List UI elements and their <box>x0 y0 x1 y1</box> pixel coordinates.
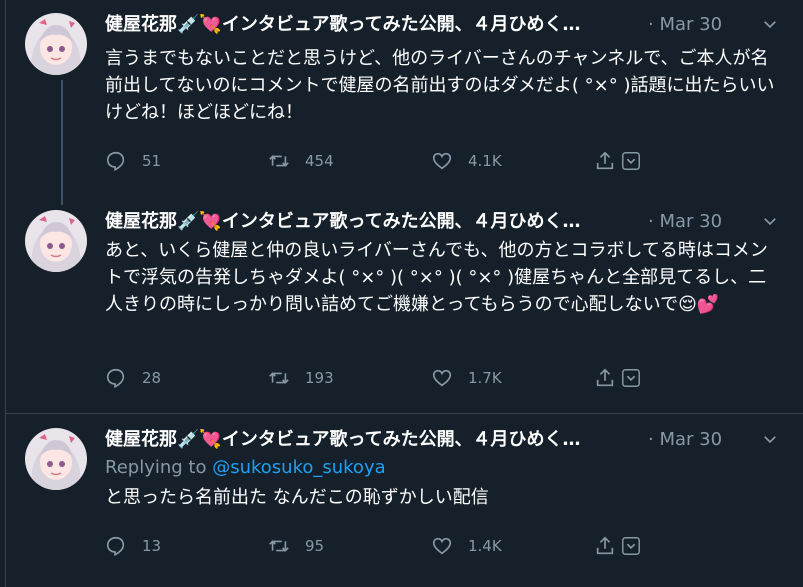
tweet-actions: 51 454 4.1K <box>105 149 665 173</box>
share-icon <box>596 151 614 170</box>
retweet-button[interactable]: 454 <box>268 149 334 173</box>
retweet-button[interactable]: 193 <box>268 366 334 390</box>
more-share-button[interactable] <box>620 149 642 173</box>
tweet[interactable]: 健屋花那💉💘インタビュア歌ってみた公開、４月ひめく… · Mar 30 あと、い… <box>6 205 803 412</box>
reply-icon <box>106 151 125 172</box>
share-icon <box>596 536 614 555</box>
more-share-button[interactable] <box>620 534 642 558</box>
tweet-actions: 28 193 1.7K <box>105 366 665 390</box>
timestamp[interactable]: · Mar 30 <box>648 13 722 37</box>
avatar[interactable] <box>25 13 87 75</box>
display-name[interactable]: 健屋花那💉💘インタビュア歌ってみた公開、４月ひめく… <box>105 210 635 234</box>
chevron-down-icon[interactable] <box>761 15 779 33</box>
retweet-count: 454 <box>305 152 334 170</box>
reply-button[interactable]: 28 <box>105 366 161 390</box>
chevron-down-icon <box>622 369 640 387</box>
reply-icon <box>106 368 125 389</box>
avatar[interactable] <box>25 210 87 272</box>
share-button[interactable] <box>594 149 616 173</box>
tweet-text: と思ったら名前出た なんだこの恥ずかしい配信 <box>105 487 489 508</box>
tweet-feed: 健屋花那💉💘インタビュア歌ってみた公開、４月ひめく… · Mar 30 言うまで… <box>0 0 803 587</box>
reply-count: 13 <box>142 537 162 555</box>
timestamp[interactable]: · Mar 30 <box>648 428 722 452</box>
chevron-down-icon[interactable] <box>761 430 779 448</box>
replying-to-handle[interactable]: @sukosuko_sukoya <box>212 457 385 478</box>
like-button[interactable]: 1.7K <box>431 366 502 390</box>
reply-button[interactable]: 51 <box>105 149 161 173</box>
share-icon <box>596 368 614 387</box>
avatar[interactable] <box>25 428 87 490</box>
tweet-text: あと、いくら健屋と仲の良いライバーさんでも、他の方とコラボしてる時はコメントで浮… <box>105 240 768 315</box>
tweet-text: 言うまでもないことだと思うけど、他のライバーさんのチャンネルで、ご本人が名前出し… <box>105 48 775 123</box>
display-name[interactable]: 健屋花那💉💘インタビュア歌ってみた公開、４月ひめく… <box>105 428 635 452</box>
like-icon <box>432 537 452 555</box>
retweet-icon <box>269 540 289 552</box>
share-button[interactable] <box>594 534 616 558</box>
like-icon <box>432 152 452 170</box>
like-count: 4.1K <box>468 152 502 170</box>
tweet[interactable]: 健屋花那💉💘インタビュア歌ってみた公開、４月ひめく… · Mar 30 言うまで… <box>6 0 803 205</box>
replying-to: Replying to @sukosuko_sukoya <box>105 457 386 478</box>
share-button[interactable] <box>594 366 616 390</box>
reply-count: 51 <box>142 152 162 170</box>
display-name[interactable]: 健屋花那💉💘インタビュア歌ってみた公開、４月ひめく… <box>105 13 635 37</box>
chevron-down-icon <box>622 537 640 555</box>
more-share-button[interactable] <box>620 366 642 390</box>
tweet[interactable]: 健屋花那💉💘インタビュア歌ってみた公開、４月ひめく… · Mar 30 Repl… <box>6 414 803 587</box>
like-button[interactable]: 4.1K <box>431 149 502 173</box>
retweet-count: 193 <box>305 369 334 387</box>
reply-icon <box>106 536 125 557</box>
retweet-icon <box>269 155 289 167</box>
chevron-down-icon <box>622 152 640 170</box>
retweet-button[interactable]: 95 <box>268 534 324 558</box>
tweet-actions: 13 95 1.4K <box>105 534 665 558</box>
like-count: 1.7K <box>468 369 502 387</box>
like-button[interactable]: 1.4K <box>431 534 502 558</box>
like-icon <box>432 369 452 387</box>
reply-count: 28 <box>142 369 162 387</box>
like-count: 1.4K <box>468 537 502 555</box>
chevron-down-icon[interactable] <box>761 212 779 230</box>
replying-to-label: Replying to <box>105 457 213 478</box>
thread-line <box>61 80 63 205</box>
reply-button[interactable]: 13 <box>105 534 161 558</box>
retweet-count: 95 <box>305 537 325 555</box>
timestamp[interactable]: · Mar 30 <box>648 210 722 234</box>
retweet-icon <box>269 372 289 384</box>
